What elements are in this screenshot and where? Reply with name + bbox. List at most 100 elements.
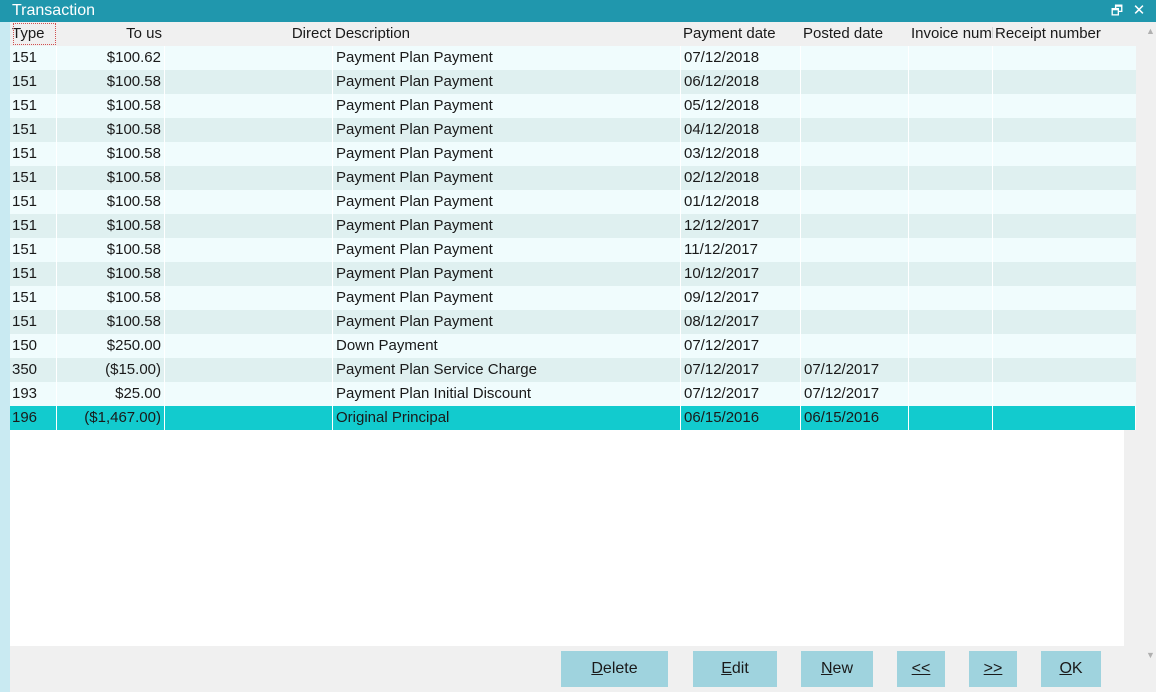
cell-direct[interactable] [165,358,333,382]
table-row[interactable]: 151 $100.58 Payment Plan Payment 08/12/2017 [10,310,1136,334]
cell-receipt-number[interactable] [993,334,1136,358]
table-row[interactable]: 151 $100.58 Payment Plan Payment 03/12/2018 [10,142,1136,166]
cell-posted-date[interactable] [801,310,909,334]
cell-type[interactable]: 151 [10,94,57,118]
cell-description[interactable]: Payment Plan Payment [333,70,681,94]
cell-description[interactable]: Payment Plan Payment [333,262,681,286]
table-row[interactable]: 151 $100.58 Payment Plan Payment 09/12/2017 [10,286,1136,310]
table-row[interactable]: 350 ($15.00) Payment Plan Service Charge 07… [10,358,1136,382]
cell-receipt-number[interactable] [993,238,1136,262]
cell-posted-date[interactable] [801,334,909,358]
cell-description[interactable]: Payment Plan Payment [333,286,681,310]
column-header-posted-date[interactable]: Posted date [803,22,907,46]
cell-description[interactable]: Payment Plan Payment [333,238,681,262]
cell-to-us[interactable]: $25.00 [57,382,165,406]
cell-payment-date[interactable]: 10/12/2017 [681,262,801,286]
cell-to-us[interactable]: $100.58 [57,214,165,238]
cell-to-us[interactable]: ($15.00) [57,358,165,382]
restore-icon[interactable]: 🗗 [1109,3,1125,19]
cell-posted-date[interactable]: 06/15/2016 [801,406,909,430]
cell-invoice-number[interactable] [909,166,993,190]
cell-posted-date[interactable] [801,238,909,262]
cell-receipt-number[interactable] [993,286,1136,310]
column-header-to-us[interactable]: To us [57,22,162,46]
cell-invoice-number[interactable] [909,214,993,238]
cell-posted-date[interactable] [801,70,909,94]
cell-invoice-number[interactable] [909,118,993,142]
table-row[interactable]: 151 $100.58 Payment Plan Payment 05/12/2018 [10,94,1136,118]
cell-payment-date[interactable]: 01/12/2018 [681,190,801,214]
cell-receipt-number[interactable] [993,358,1136,382]
cell-to-us[interactable]: $100.58 [57,190,165,214]
cell-posted-date[interactable] [801,118,909,142]
cell-receipt-number[interactable] [993,382,1136,406]
cell-description[interactable]: Down Payment [333,334,681,358]
cell-to-us[interactable]: $100.58 [57,142,165,166]
cell-receipt-number[interactable] [993,310,1136,334]
cell-type[interactable]: 350 [10,358,57,382]
cell-direct[interactable] [165,118,333,142]
cell-direct[interactable] [165,70,333,94]
table-row[interactable]: 151 $100.58 Payment Plan Payment 06/12/2018 [10,70,1136,94]
cell-posted-date[interactable] [801,262,909,286]
cell-description[interactable]: Payment Plan Payment [333,214,681,238]
cell-direct[interactable] [165,406,333,430]
edit-button[interactable]: Edit [693,651,777,687]
column-header-description[interactable]: Description [335,22,675,46]
cell-to-us[interactable]: $100.58 [57,262,165,286]
previous-button[interactable]: << [897,651,945,687]
cell-posted-date[interactable] [801,46,909,70]
table-row[interactable]: 151 $100.62 Payment Plan Payment 07/12/2018 [10,46,1136,70]
column-header-receipt-number[interactable]: Receipt number [995,22,1135,46]
cell-posted-date[interactable] [801,166,909,190]
cell-receipt-number[interactable] [993,142,1136,166]
table-row[interactable]: 151 $100.58 Payment Plan Payment 02/12/2018 [10,166,1136,190]
table-row[interactable]: 150 $250.00 Down Payment 07/12/2017 [10,334,1136,358]
cell-payment-date[interactable]: 07/12/2018 [681,46,801,70]
cell-receipt-number[interactable] [993,166,1136,190]
cell-invoice-number[interactable] [909,358,993,382]
cell-payment-date[interactable]: 11/12/2017 [681,238,801,262]
cell-type[interactable]: 193 [10,382,57,406]
cell-payment-date[interactable]: 07/12/2017 [681,334,801,358]
cell-receipt-number[interactable] [993,118,1136,142]
cell-direct[interactable] [165,142,333,166]
cell-payment-date[interactable]: 12/12/2017 [681,214,801,238]
cell-to-us[interactable]: $100.58 [57,286,165,310]
cell-to-us[interactable]: $100.58 [57,166,165,190]
cell-invoice-number[interactable] [909,310,993,334]
cell-type[interactable]: 151 [10,166,57,190]
cell-type[interactable]: 151 [10,310,57,334]
cell-payment-date[interactable]: 07/12/2017 [681,382,801,406]
cell-type[interactable]: 151 [10,190,57,214]
column-header-invoice-number[interactable]: Invoice number [911,22,993,46]
cell-direct[interactable] [165,286,333,310]
cell-to-us[interactable]: ($1,467.00) [57,406,165,430]
cell-type[interactable]: 151 [10,142,57,166]
cell-direct[interactable] [165,190,333,214]
scroll-down-icon[interactable]: ▼ [1146,650,1155,660]
cell-invoice-number[interactable] [909,286,993,310]
cell-direct[interactable] [165,238,333,262]
cell-type[interactable]: 151 [10,286,57,310]
cell-direct[interactable] [165,382,333,406]
table-row[interactable]: 151 $100.58 Payment Plan Payment 11/12/2017 [10,238,1136,262]
cell-invoice-number[interactable] [909,238,993,262]
cell-type[interactable]: 151 [10,70,57,94]
cell-type[interactable]: 151 [10,118,57,142]
cell-invoice-number[interactable] [909,94,993,118]
cell-payment-date[interactable]: 06/12/2018 [681,70,801,94]
column-header-type[interactable]: Type [12,22,57,46]
cell-receipt-number[interactable] [993,406,1136,430]
cell-payment-date[interactable]: 03/12/2018 [681,142,801,166]
cell-description[interactable]: Payment Plan Payment [333,46,681,70]
cell-type[interactable]: 151 [10,214,57,238]
cell-payment-date[interactable]: 04/12/2018 [681,118,801,142]
next-button[interactable]: >> [969,651,1017,687]
cell-posted-date[interactable] [801,214,909,238]
cell-direct[interactable] [165,214,333,238]
ok-button[interactable]: OK [1041,651,1101,687]
cell-description[interactable]: Payment Plan Payment [333,166,681,190]
new-button[interactable]: New [801,651,873,687]
cell-description[interactable]: Payment Plan Payment [333,94,681,118]
